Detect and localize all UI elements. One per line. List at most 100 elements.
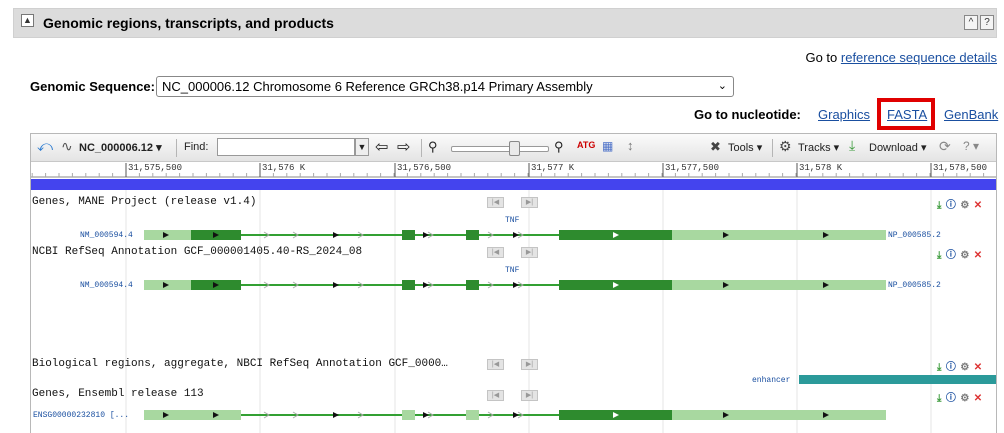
arrow-left-icon[interactable]: ⇦: [375, 137, 388, 157]
gear-icon[interactable]: ⚙: [960, 200, 969, 211]
track-title: NCBI RefSeq Annotation GCF_000001405.40-…: [32, 246, 363, 258]
track-prev-button[interactable]: |◀: [487, 197, 504, 208]
track-next-button[interactable]: ▶|: [521, 359, 538, 370]
exon: [672, 280, 886, 290]
tools-menu[interactable]: Tools ▾: [728, 141, 762, 154]
accession-menu[interactable]: NC_000006.12 ▾: [79, 141, 162, 154]
find-input[interactable]: [217, 138, 355, 156]
toolbar-divider: [176, 139, 177, 157]
ruler-tick-label: 31,577 K: [531, 163, 575, 173]
zoom-slider[interactable]: [451, 146, 549, 152]
fasta-link[interactable]: FASTA: [887, 107, 927, 122]
help-icon[interactable]: ?: [980, 15, 994, 30]
genomic-sequence-value: NC_000006.12 Chromosome 6 Reference GRCh…: [162, 79, 593, 94]
genomic-sequence-select[interactable]: NC_000006.12 Chromosome 6 Reference GRCh…: [156, 76, 734, 97]
enhancer-feature[interactable]: [799, 375, 996, 384]
viewer-toolbar: ⤺ ∿ NC_000006.12 ▾ Find: ▼ ⇦ ⇨ ⚲ ⚲ ATG ▦…: [31, 134, 996, 162]
arrow-right-icon[interactable]: ⇨: [397, 137, 410, 157]
collapse-icon[interactable]: ▲: [21, 14, 34, 27]
gear-icon[interactable]: ⚙: [960, 362, 969, 373]
gene-model[interactable]: [31, 278, 997, 292]
ruler-tick-label: 31,576 K: [262, 163, 306, 173]
gear-icon[interactable]: ⚙: [960, 393, 969, 404]
graphics-link[interactable]: Graphics: [818, 107, 870, 122]
track-prev-button[interactable]: |◀: [487, 390, 504, 401]
track-title: Genes, MANE Project (release v1.4): [32, 196, 257, 208]
close-icon[interactable]: ✕: [974, 362, 982, 373]
protein-label[interactable]: NP_000585.2: [888, 281, 941, 290]
strand-arrow: [333, 232, 339, 238]
strand-arrow: [423, 282, 429, 288]
exon: [402, 230, 415, 240]
close-icon[interactable]: ✕: [974, 200, 982, 211]
reference-details-link[interactable]: reference sequence details: [841, 50, 997, 65]
zoom-out-icon[interactable]: ⚲: [428, 139, 438, 155]
download-menu[interactable]: Download ▾: [869, 141, 927, 154]
info-icon[interactable]: ⓘ: [946, 362, 956, 373]
strand-arrow: [423, 412, 429, 418]
goto-nucleotide-label: Go to nucleotide:: [694, 107, 801, 122]
sequence-band: [31, 179, 996, 190]
download-icon[interactable]: ⤓: [937, 250, 941, 261]
zoom-slider-thumb[interactable]: [509, 141, 520, 156]
track-controls: ⤓ ⓘ ⚙ ✕: [937, 245, 982, 263]
strand-arrow: [513, 412, 519, 418]
fit-icon[interactable]: ↕: [627, 138, 634, 153]
info-icon[interactable]: ⓘ: [946, 250, 956, 261]
track-title: Biological regions, aggregate, NBCI RefS…: [32, 358, 448, 370]
genomic-sequence-label: Genomic Sequence:: [30, 79, 155, 94]
toolbar-divider: [421, 139, 422, 157]
feature-label[interactable]: enhancer: [752, 376, 790, 385]
gene-model[interactable]: [31, 228, 997, 242]
strand-arrow: [513, 232, 519, 238]
zoom-in-icon[interactable]: ⚲: [554, 139, 564, 155]
close-icon[interactable]: ✕: [974, 393, 982, 404]
genbank-link[interactable]: GenBank: [944, 107, 998, 122]
download-icon[interactable]: ⤓: [937, 200, 941, 211]
tools-icon[interactable]: ✖: [710, 139, 721, 155]
close-icon[interactable]: ✕: [974, 250, 982, 261]
gear-icon[interactable]: ⚙: [779, 138, 792, 155]
zoom-seq-icon[interactable]: ATG: [577, 140, 595, 150]
gene-label: TNF: [505, 216, 520, 225]
back-icon[interactable]: ⤺: [37, 138, 53, 155]
exon: [466, 410, 479, 420]
exon: [402, 280, 415, 290]
track-next-button[interactable]: ▶|: [521, 247, 538, 258]
track-prev-button[interactable]: |◀: [487, 247, 504, 258]
flip-strand-icon[interactable]: ▦: [602, 139, 613, 153]
expand-icon[interactable]: ^: [964, 15, 978, 30]
track-next-button[interactable]: ▶|: [521, 197, 538, 208]
refresh-icon[interactable]: ⟳: [939, 138, 951, 155]
gene-model[interactable]: [31, 408, 997, 422]
strand-arrow: [423, 232, 429, 238]
track-next-button[interactable]: ▶|: [521, 390, 538, 401]
protein-label[interactable]: NP_000585.2: [888, 231, 941, 240]
download-icon[interactable]: ⤓: [937, 362, 941, 373]
gene-label: TNF: [505, 266, 520, 275]
sequence-icon: ∿: [61, 138, 73, 154]
ruler-tick-label: 31,576,500: [397, 163, 452, 173]
toolbar-divider: [772, 139, 773, 157]
ruler-tick-label: 31,578,500: [933, 163, 988, 173]
chevron-down-icon: ⌄: [717, 80, 727, 92]
exon: [402, 410, 415, 420]
exon: [466, 230, 479, 240]
section-title: Genomic regions, transcripts, and produc…: [43, 15, 334, 31]
download-icon[interactable]: ⤓: [849, 137, 855, 154]
gear-icon[interactable]: ⚙: [960, 250, 969, 261]
ruler-tick-label: 31,578 K: [799, 163, 843, 173]
ruler-tick-label: 31,575,500: [128, 163, 183, 173]
track-controls: ⤓ ⓘ ⚙ ✕: [937, 388, 982, 406]
track-controls: ⤓ ⓘ ⚙ ✕: [937, 195, 982, 213]
info-icon[interactable]: ⓘ: [946, 393, 956, 404]
track-prev-button[interactable]: |◀: [487, 359, 504, 370]
info-icon[interactable]: ⓘ: [946, 200, 956, 211]
strand-arrow: [513, 282, 519, 288]
tracks-menu[interactable]: Tracks ▾: [798, 141, 839, 154]
download-icon[interactable]: ⤓: [937, 393, 941, 404]
find-dropdown-icon[interactable]: ▼: [355, 138, 369, 156]
strand-arrow: [333, 412, 339, 418]
help-menu-icon[interactable]: ? ▾: [963, 139, 979, 153]
ruler-tick-label: 31,577,500: [665, 163, 720, 173]
